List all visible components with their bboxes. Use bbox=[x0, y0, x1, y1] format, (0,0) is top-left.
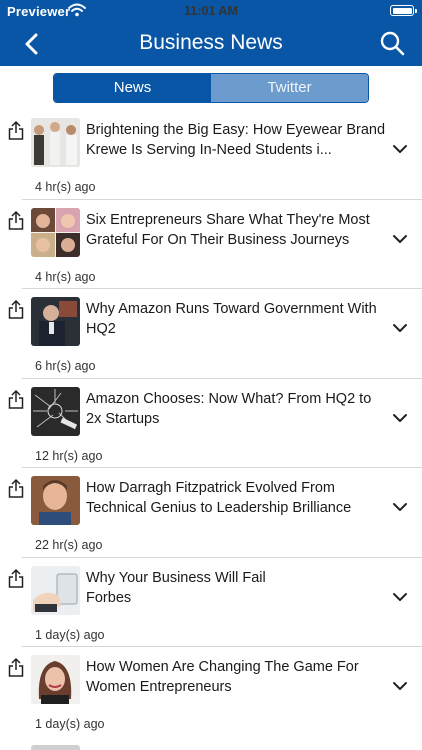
tab-news[interactable]: News bbox=[54, 74, 211, 102]
share-icon[interactable] bbox=[8, 478, 24, 498]
chevron-down-icon[interactable] bbox=[392, 144, 408, 154]
chevron-down-icon[interactable] bbox=[392, 413, 408, 423]
article-time: 6 hr(s) ago bbox=[35, 359, 96, 373]
chevron-down-icon[interactable] bbox=[392, 592, 408, 602]
navigation-bar: Business News bbox=[0, 22, 422, 66]
article-thumbnail bbox=[31, 118, 80, 167]
article-time: 1 day(s) ago bbox=[35, 717, 105, 731]
list-item[interactable]: Why Your Business Will Fail Forbes 1 day… bbox=[8, 558, 422, 647]
share-icon[interactable] bbox=[8, 657, 24, 677]
article-headline[interactable]: Brightening the Big Easy: How Eyewear Br… bbox=[86, 120, 386, 160]
article-thumbnail bbox=[31, 565, 80, 615]
list-item[interactable]: Amazon Chooses: Now What? From HQ2 to 2x… bbox=[8, 379, 422, 468]
chevron-down-icon[interactable] bbox=[392, 323, 408, 333]
share-icon[interactable] bbox=[8, 299, 24, 319]
tab-twitter[interactable]: Twitter bbox=[211, 74, 368, 102]
page-title: Business News bbox=[139, 31, 283, 54]
list-item[interactable]: How Women Are Changing The Game For Wome… bbox=[8, 647, 422, 737]
article-time: 4 hr(s) ago bbox=[35, 180, 96, 194]
article-time: 12 hr(s) ago bbox=[35, 448, 103, 463]
article-headline[interactable]: Why Your Business Will Fail Forbes bbox=[86, 568, 386, 608]
article-headline[interactable]: How Women Are Changing The Game For Wome… bbox=[86, 657, 386, 697]
search-icon[interactable] bbox=[378, 29, 406, 57]
article-thumbnail bbox=[31, 476, 80, 525]
share-icon[interactable] bbox=[8, 210, 24, 230]
article-thumbnail bbox=[31, 297, 80, 346]
share-icon[interactable] bbox=[8, 568, 24, 588]
list-item[interactable]: How Darragh Fitzpatrick Evolved From Tec… bbox=[8, 468, 422, 558]
news-list: Brightening the Big Easy: How Eyewear Br… bbox=[0, 110, 422, 737]
list-item[interactable]: Why Amazon Runs Toward Government With H… bbox=[8, 289, 422, 379]
article-headline[interactable]: Why Amazon Runs Toward Government With H… bbox=[86, 299, 386, 339]
list-item[interactable]: Six Entrepreneurs Share What They're Mos… bbox=[8, 200, 422, 289]
chevron-down-icon[interactable] bbox=[392, 234, 408, 244]
chevron-down-icon[interactable] bbox=[392, 681, 408, 691]
share-icon[interactable] bbox=[8, 120, 24, 140]
article-time: 22 hr(s) ago bbox=[35, 538, 103, 552]
article-thumbnail bbox=[31, 386, 80, 436]
article-headline[interactable]: Amazon Chooses: Now What? From HQ2 to 2x… bbox=[86, 389, 386, 429]
share-icon[interactable] bbox=[8, 389, 24, 409]
chevron-down-icon[interactable] bbox=[392, 502, 408, 512]
status-time: 11:01 AM bbox=[184, 4, 238, 18]
article-time: 4 hr(s) ago bbox=[35, 269, 96, 284]
article-headline[interactable]: Six Entrepreneurs Share What They're Mos… bbox=[86, 210, 386, 250]
next-item-thumbnail-peek bbox=[31, 745, 80, 750]
article-headline[interactable]: How Darragh Fitzpatrick Evolved From Tec… bbox=[86, 478, 386, 518]
status-bar: Previewer 11:01 AM bbox=[0, 0, 422, 22]
article-thumbnail bbox=[31, 655, 80, 704]
list-item[interactable]: Brightening the Big Easy: How Eyewear Br… bbox=[8, 110, 422, 200]
app-header: Previewer 11:01 AM Business News bbox=[0, 0, 422, 66]
battery-icon bbox=[390, 5, 417, 16]
segmented-control: News Twitter bbox=[53, 73, 369, 103]
article-thumbnail bbox=[31, 207, 80, 257]
article-time: 1 day(s) ago bbox=[35, 627, 105, 642]
